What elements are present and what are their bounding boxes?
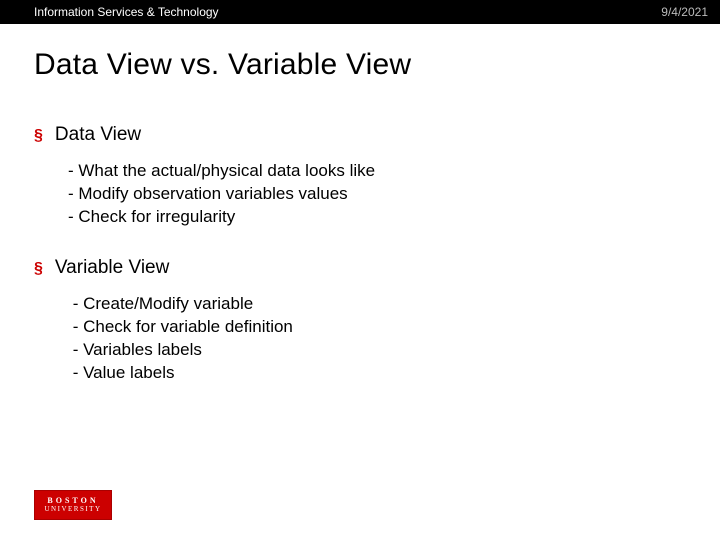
bullet-icon: § <box>34 259 43 278</box>
list-item: - Value labels <box>68 362 686 385</box>
section-sublist: - Create/Modify variable - Check for var… <box>34 293 686 385</box>
section-variable-view: § Variable View - Create/Modify variable… <box>34 257 686 385</box>
org-name: Information Services & Technology <box>34 5 219 19</box>
list-item: - Modify observation variables values <box>68 183 686 206</box>
list-item: - What the actual/physical data looks li… <box>68 160 686 183</box>
logo-line2: UNIVERSITY <box>45 506 102 514</box>
section-sublist: - What the actual/physical data looks li… <box>34 160 686 229</box>
section-heading-label: Data View <box>55 124 141 146</box>
boston-university-logo: BOSTON UNIVERSITY <box>34 490 112 520</box>
slide: Information Services & Technology 9/4/20… <box>0 0 720 540</box>
slide-title: Data View vs. Variable View <box>0 24 720 96</box>
top-bar: Information Services & Technology 9/4/20… <box>0 0 720 24</box>
section-heading: § Data View <box>34 124 686 146</box>
list-item: - Variables labels <box>68 339 686 362</box>
list-item: - Create/Modify variable <box>68 293 686 316</box>
list-item: - Check for variable definition <box>68 316 686 339</box>
section-heading: § Variable View <box>34 257 686 279</box>
section-data-view: § Data View - What the actual/physical d… <box>34 124 686 229</box>
list-item: - Check for irregularity <box>68 206 686 229</box>
bullet-icon: § <box>34 126 43 145</box>
section-heading-label: Variable View <box>55 257 169 279</box>
slide-content: § Data View - What the actual/physical d… <box>0 124 720 385</box>
slide-date: 9/4/2021 <box>661 5 708 19</box>
